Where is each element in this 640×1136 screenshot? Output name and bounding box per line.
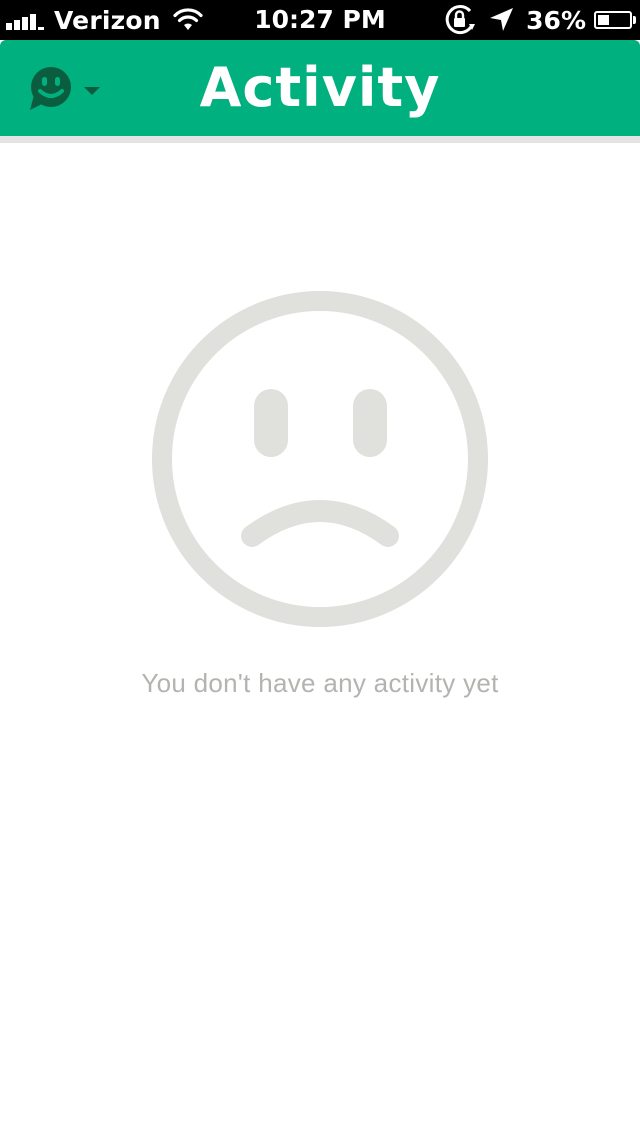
page-title: Activity [199,56,441,119]
battery-tip [633,16,636,24]
empty-state-message: You don't have any activity yet [141,668,499,698]
battery-percent: 36% [526,5,586,35]
nav-divider [0,136,640,143]
battery-fill [598,15,609,25]
battery-icon [594,11,632,29]
sad-face-icon [152,291,488,627]
status-bar: Verizon 10:27 PM 36% [0,0,640,40]
rotation-lock-icon [445,5,476,35]
status-right: 36% [444,0,636,40]
nav-bar: Activity [0,40,640,136]
activity-content: You don't have any activity yet [0,143,640,1136]
location-arrow-icon [490,8,514,31]
